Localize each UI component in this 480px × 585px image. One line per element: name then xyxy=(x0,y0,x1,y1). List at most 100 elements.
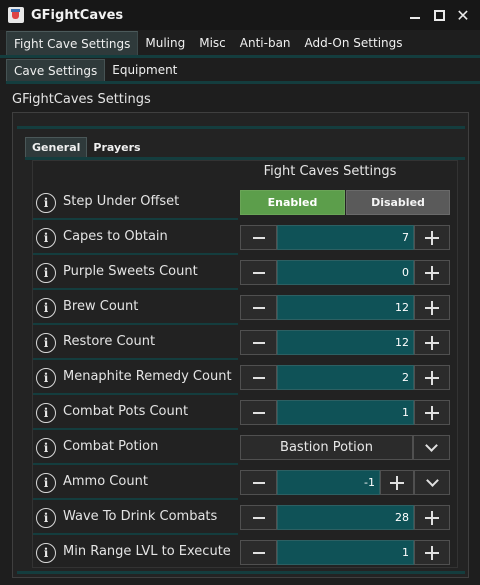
plus-button[interactable] xyxy=(380,470,414,495)
tab-misc[interactable]: Misc xyxy=(192,31,233,55)
combat-potion-select[interactable]: Bastion Potion xyxy=(240,435,413,460)
minus-icon xyxy=(252,551,265,554)
plus-button[interactable] xyxy=(414,505,450,530)
minus-button[interactable] xyxy=(240,470,277,495)
plus-icon xyxy=(425,510,439,525)
minimize-icon[interactable] xyxy=(404,4,426,26)
setting-row-combat-potion: i Combat Potion Bastion Potion xyxy=(33,432,457,467)
plus-icon xyxy=(425,265,439,280)
disabled-button[interactable]: Disabled xyxy=(346,190,450,215)
tab-general[interactable]: General xyxy=(25,137,88,157)
row-underline xyxy=(33,428,238,430)
minus-icon xyxy=(252,481,265,484)
info-icon[interactable]: i xyxy=(36,228,56,248)
row-underline xyxy=(33,533,238,535)
setting-row-step-under: i Step Under Offset Enabled Disabled xyxy=(33,187,457,222)
setting-row-restore: i Restore Count 12 xyxy=(33,327,457,362)
info-icon[interactable]: i xyxy=(36,438,56,458)
tab-cave-settings[interactable]: Cave Settings xyxy=(6,59,106,81)
minus-icon xyxy=(252,516,265,519)
section-title: GFightCaves Settings xyxy=(12,92,151,107)
dropdown-button[interactable] xyxy=(413,435,450,460)
setting-row-wave-drink: i Wave To Drink Combats 28 xyxy=(33,502,457,537)
info-icon[interactable]: i xyxy=(36,473,56,493)
info-icon[interactable]: i xyxy=(36,543,56,563)
setting-label: Restore Count xyxy=(63,334,156,349)
plus-icon xyxy=(425,335,439,350)
general-settings-form: Fight Caves Settings i Step Under Offset… xyxy=(32,160,458,568)
tab-prayers[interactable]: Prayers xyxy=(87,137,146,157)
plus-button[interactable] xyxy=(414,330,450,355)
plus-button[interactable] xyxy=(414,260,450,285)
main-tab-bar: Fight Cave Settings Muling Misc Anti-ban… xyxy=(0,30,480,56)
minus-icon xyxy=(252,411,265,414)
minus-button[interactable] xyxy=(240,330,277,355)
setting-row-capes: i Capes to Obtain 7 xyxy=(33,222,457,257)
row-underline xyxy=(33,498,238,500)
setting-row-purple-sweets: i Purple Sweets Count 0 xyxy=(33,257,457,292)
capes-value-field[interactable]: 7 xyxy=(277,225,414,250)
tab-fight-cave-settings[interactable]: Fight Cave Settings xyxy=(6,31,139,55)
info-icon[interactable]: i xyxy=(36,508,56,528)
minus-button[interactable] xyxy=(240,540,277,565)
plus-button[interactable] xyxy=(414,295,450,320)
plus-button[interactable] xyxy=(414,365,450,390)
setting-label: Brew Count xyxy=(63,299,139,314)
info-icon[interactable]: i xyxy=(36,368,56,388)
plus-button[interactable] xyxy=(414,225,450,250)
setting-row-min-range: i Min Range LVL to Execute 1 xyxy=(33,537,457,572)
minus-button[interactable] xyxy=(240,260,277,285)
minus-button[interactable] xyxy=(240,295,277,320)
ammo-value-field[interactable]: -1 xyxy=(277,470,380,495)
plus-icon xyxy=(425,545,439,560)
info-icon[interactable]: i xyxy=(36,298,56,318)
minus-button[interactable] xyxy=(240,225,277,250)
tab-muling[interactable]: Muling xyxy=(138,31,192,55)
app-icon xyxy=(8,7,24,23)
info-icon[interactable]: i xyxy=(36,263,56,283)
minus-button[interactable] xyxy=(240,505,277,530)
tab-add-on-settings[interactable]: Add-On Settings xyxy=(298,31,410,55)
info-icon[interactable]: i xyxy=(36,193,56,213)
row-underline xyxy=(33,323,238,325)
window-title: GFightCaves xyxy=(31,7,124,23)
panel-bottom-strip xyxy=(17,571,465,574)
setting-label: Min Range LVL to Execute xyxy=(63,544,231,559)
plus-icon xyxy=(390,475,404,490)
setting-label: Step Under Offset xyxy=(63,194,180,209)
minus-icon xyxy=(252,341,265,344)
dropdown-button[interactable] xyxy=(414,470,450,495)
window-controls: ✕ xyxy=(402,4,474,26)
plus-button[interactable] xyxy=(414,400,450,425)
maximize-icon[interactable] xyxy=(428,4,450,26)
tab-anti-ban[interactable]: Anti-ban xyxy=(233,31,298,55)
plus-button[interactable] xyxy=(414,540,450,565)
purple-sweets-value-field[interactable]: 0 xyxy=(277,260,414,285)
info-icon[interactable]: i xyxy=(36,403,56,423)
tab-equipment[interactable]: Equipment xyxy=(105,59,184,81)
plus-icon xyxy=(425,370,439,385)
combat-pots-value-field[interactable]: 1 xyxy=(277,400,414,425)
menaphite-value-field[interactable]: 2 xyxy=(277,365,414,390)
minus-button[interactable] xyxy=(240,365,277,390)
setting-label: Menaphite Remedy Count xyxy=(63,369,232,384)
restore-value-field[interactable]: 12 xyxy=(277,330,414,355)
minus-button[interactable] xyxy=(240,400,277,425)
min-range-value-field[interactable]: 1 xyxy=(277,540,414,565)
row-underline xyxy=(33,393,238,395)
close-icon[interactable]: ✕ xyxy=(452,4,474,26)
row-underline xyxy=(33,218,238,220)
info-icon[interactable]: i xyxy=(36,333,56,353)
plus-icon xyxy=(425,230,439,245)
settings-panel: General Prayers Fight Caves Settings i S… xyxy=(12,112,469,578)
setting-label: Combat Pots Count xyxy=(63,404,189,419)
chevron-down-icon xyxy=(425,473,439,487)
enabled-button[interactable]: Enabled xyxy=(240,190,345,215)
minus-icon xyxy=(252,271,265,274)
wave-drink-value-field[interactable]: 28 xyxy=(277,505,414,530)
setting-row-menaphite: i Menaphite Remedy Count 2 xyxy=(33,362,457,397)
setting-row-brew: i Brew Count 12 xyxy=(33,292,457,327)
sub-tab-divider xyxy=(6,81,480,84)
brew-value-field[interactable]: 12 xyxy=(277,295,414,320)
setting-row-ammo: i Ammo Count -1 xyxy=(33,467,457,502)
